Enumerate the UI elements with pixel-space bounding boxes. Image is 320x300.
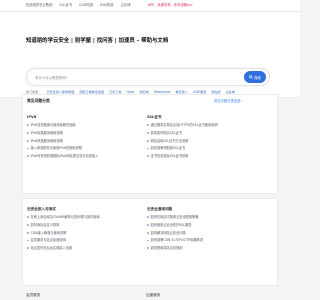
search-button-label: 搜索 [254, 75, 261, 80]
bullet-icon [27, 231, 29, 234]
category-title: IPV6 [27, 115, 37, 119]
list-item[interactable]: 在网上添加域名CNAME解析记录步骤与操作指南 [27, 215, 100, 219]
top-links: 知道朋的学云教程 SSL证书 CDN知道 DNS知道 云存储 [26, 3, 131, 7]
top-link[interactable]: DNS知道 [100, 3, 114, 7]
search-input[interactable] [35, 74, 235, 82]
bullet-icon [147, 216, 149, 219]
category-ipv6: IPV6 IPv6支持配置与使用及解决指南 IPv6安装服务使用说明 IPv6改… [27, 115, 98, 162]
list-item[interactable]: 会员服务与站点加速说明 [27, 238, 100, 242]
category-member[interactable]: 会员服务 [26, 293, 40, 298]
bullet-icon [27, 239, 29, 242]
list-item[interactable]: 如何配置源站访问规则 [147, 246, 203, 250]
list-item[interactable]: 费用如何购买SSL证书 [147, 131, 218, 135]
bullet-icon [147, 147, 149, 150]
section-more-link[interactable]: 常见问题分类全部 › [214, 99, 243, 103]
bullet-icon [147, 155, 149, 158]
list-item[interactable]: 接入和感配动中使用IPv6的使用说明 [27, 146, 98, 150]
top-link[interactable]: CDN知道 [79, 3, 93, 7]
list-item[interactable]: 如何在网站中配置云安全配置策略 [147, 215, 203, 219]
list-item[interactable]: IPv6可有效防御国际IPv6网站恶意攻击动态接入 [27, 154, 98, 158]
list-item[interactable]: 如何使用云安全防护SSL服务 [147, 223, 203, 227]
bullet-icon [27, 247, 29, 250]
bullet-icon [27, 124, 29, 127]
bullet-icon [147, 132, 149, 134]
bullet-icon [27, 216, 29, 219]
list-item[interactable]: 如何添加自定义规则 [27, 223, 100, 227]
bullet-icon [27, 139, 29, 142]
bullet-icon [27, 147, 29, 150]
list-item[interactable]: CDN接入教程与使用说明 [27, 231, 100, 235]
list-item[interactable]: IPv6改造服务使用说明 [27, 139, 98, 143]
top-link[interactable]: 知道朋的学云教程 [26, 3, 52, 7]
top-navigation-bar: 知道朋的学云教程 SSL证书 CDN知道 DNS知道 云存储 APP，免费尽享，… [0, 0, 300, 12]
bullet-icon [27, 132, 29, 134]
faq-section-2: 云安全接入与测试 在网上添加域名CNAME解析记录步骤与操作指南 如何添加自定义… [22, 198, 278, 286]
list-item[interactable]: IPv6安装服务使用说明 [27, 131, 98, 135]
list-item[interactable]: 通过服务实现站点加HTTPS的SSL证书使用说明 [147, 123, 218, 127]
list-item[interactable]: 证书的安装及SSL证书说明 [147, 154, 218, 158]
category-title: 云安全通用问题 [147, 207, 173, 211]
category-title: SSL证书 [147, 115, 162, 119]
category-general: 云安全通用问题 如何在网站中配置云安全配置策略 如何使用云安全防护SSL服务 如… [147, 207, 203, 254]
bullet-icon [147, 124, 149, 127]
promo-link[interactable]: APP，免费尽享，年年领取kcc [148, 3, 193, 7]
search-icon [249, 75, 253, 79]
category-acceleration[interactable]: 加速服务 [146, 293, 160, 298]
list-item[interactable]: 如何部署CDN 41与POST不需要转发 [147, 238, 203, 242]
top-link[interactable]: SSL证书 [59, 3, 72, 7]
search-box: 搜索 [26, 68, 270, 86]
bullet-icon [147, 231, 149, 234]
list-item[interactable]: 站点如何在后台实现接入设置 [27, 246, 100, 250]
list-item[interactable]: IPv6支持配置与使用及解决指南 [27, 123, 98, 127]
bullet-icon [147, 239, 149, 242]
hero-section: 知道朋的学云安全 | 则学屋 | 找问答 | 加速员 – 帮助与文档 搜索 热门… [0, 12, 300, 98]
bullet-icon [27, 224, 29, 226]
faq-section: 常见问题分类 常见问题分类全部 › IPV6 IPv6支持配置与使用及解决指南 … [22, 94, 278, 194]
list-item[interactable]: 如何解决网站云安全问题 [147, 231, 203, 235]
bullet-icon [27, 155, 29, 158]
bullet-icon [147, 247, 149, 250]
category-access: 云安全接入与测试 在网上添加域名CNAME解析记录步骤与操作指南 如何添加自定义… [27, 207, 100, 254]
bullet-icon [147, 224, 149, 226]
category-title: 云安全接入与测试 [27, 207, 56, 211]
page-title: 知道朋的学云安全 | 则学屋 | 找问答 | 加速员 – 帮助与文档 [26, 38, 169, 44]
top-link[interactable]: 云存储 [121, 3, 131, 7]
list-item[interactable]: 网站启用SSL证书方法说明 [147, 139, 218, 143]
section-title: 常见问题分类 [27, 98, 50, 103]
bullet-icon [147, 139, 149, 142]
list-item[interactable]: 如何部署和配置SSL证书 [147, 146, 218, 150]
search-button[interactable]: 搜索 [244, 71, 266, 83]
category-ssl: SSL证书 通过服务实现站点加HTTPS的SSL证书使用说明 费用如何购买SSL… [147, 115, 218, 162]
